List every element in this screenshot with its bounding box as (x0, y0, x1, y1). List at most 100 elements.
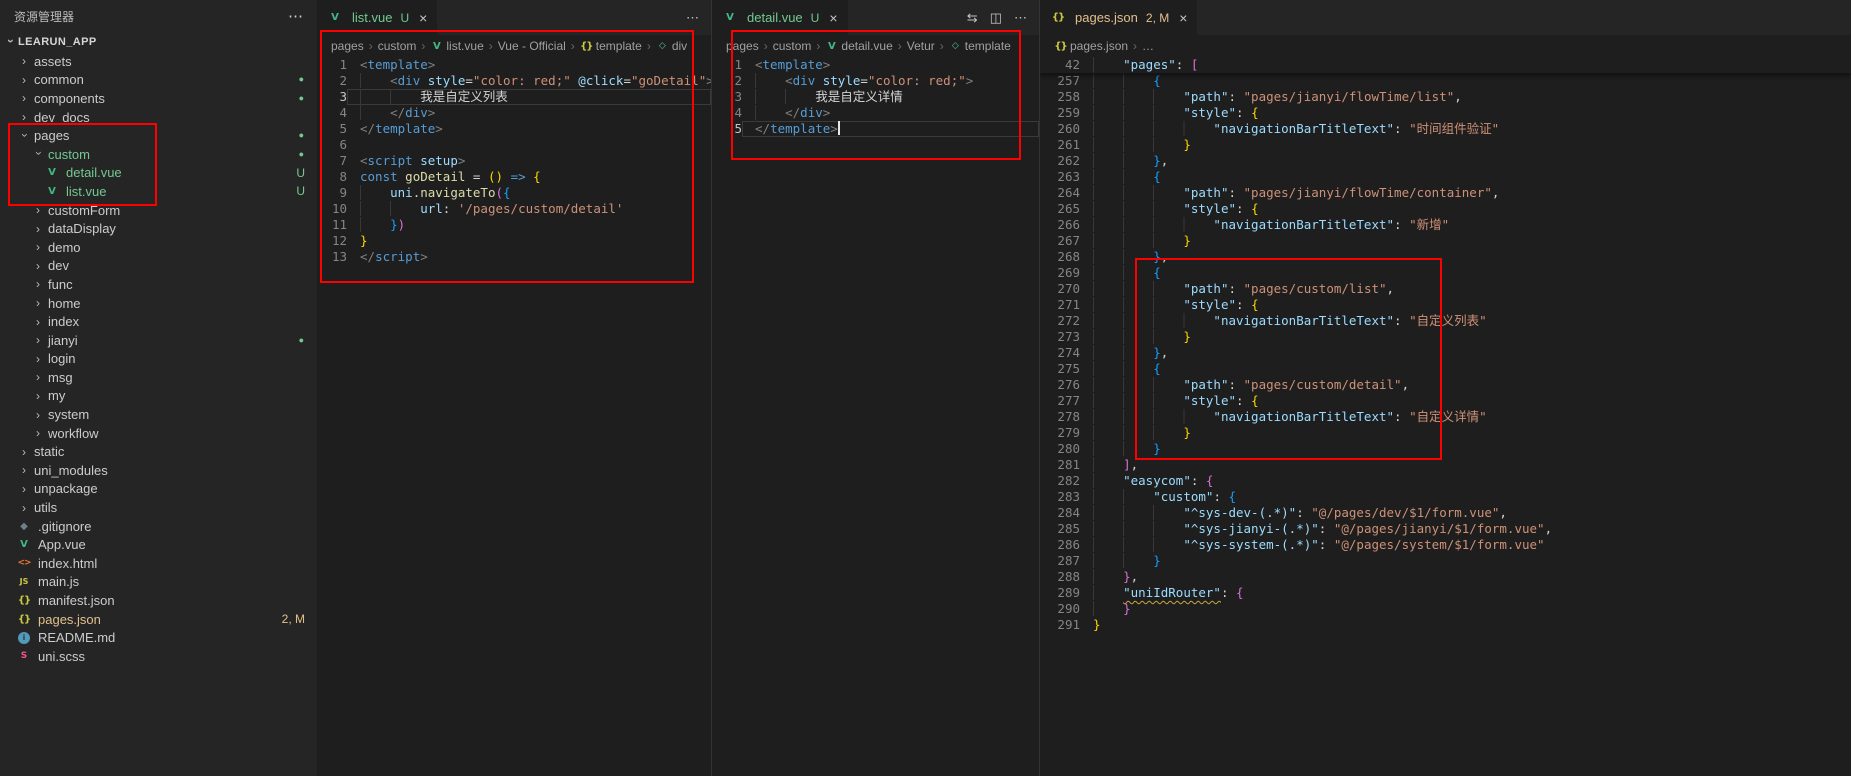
code-line[interactable]: 288 }, (1040, 569, 1851, 585)
code-line[interactable]: 257 { (1040, 73, 1851, 89)
breadcrumb-item-pages[interactable]: pages (726, 39, 759, 53)
code-line[interactable]: 5</template> (712, 121, 1039, 137)
tree-item-dev[interactable]: ›dev (0, 257, 317, 276)
code-line[interactable]: 264 "path": "pages/jianyi/flowTime/conta… (1040, 185, 1851, 201)
code-line[interactable]: 2 <div style="color: red;"> (712, 73, 1039, 89)
tree-item-my[interactable]: ›my (0, 387, 317, 406)
tree-item-static[interactable]: ›static (0, 442, 317, 461)
close-icon[interactable]: × (1179, 10, 1187, 26)
code-line[interactable]: 277 "style": { (1040, 393, 1851, 409)
breadcrumb-item-div[interactable]: ◇div (656, 39, 687, 53)
tree-item-workflow[interactable]: ›workflow (0, 424, 317, 443)
tree-item-index[interactable]: ›index (0, 312, 317, 331)
tree-item-unpackage[interactable]: ›unpackage (0, 480, 317, 499)
code-line[interactable]: 278 "navigationBarTitleText": "自定义详情" (1040, 409, 1851, 425)
code-line[interactable]: 273 } (1040, 329, 1851, 345)
sticky-scroll-line[interactable]: 42 "pages": [ (1040, 57, 1851, 73)
tree-item-login[interactable]: ›login (0, 350, 317, 369)
code-line[interactable]: 286 "^sys-system-(.*)": "@/pages/system/… (1040, 537, 1851, 553)
code-line[interactable]: 291} (1040, 617, 1851, 633)
breadcrumb-item-template[interactable]: {}template (580, 39, 642, 53)
tree-item-main.js[interactable]: JSmain.js (0, 573, 317, 592)
code-line[interactable]: 269 { (1040, 265, 1851, 281)
tree-item-list.vue[interactable]: Vlist.vueU (0, 182, 317, 201)
code-line[interactable]: 284 "^sys-dev-(.*)": "@/pages/dev/$1/for… (1040, 505, 1851, 521)
close-icon[interactable]: × (419, 10, 427, 26)
tree-item-pages[interactable]: ›pages● (0, 126, 317, 145)
code-line[interactable]: 274 }, (1040, 345, 1851, 361)
breadcrumb-item-…[interactable]: … (1142, 39, 1154, 53)
code-line[interactable]: 1<template> (317, 57, 711, 73)
tree-item-uni.scss[interactable]: Suni.scss (0, 647, 317, 666)
breadcrumb-item-template[interactable]: ◇template (949, 39, 1011, 53)
code-line[interactable]: 4 </div> (712, 105, 1039, 121)
code-line[interactable]: 8const goDetail = () => { (317, 169, 711, 185)
code-line[interactable]: 281 ], (1040, 457, 1851, 473)
tree-item-dataDisplay[interactable]: ›dataDisplay (0, 219, 317, 238)
breadcrumb-item-list.vue[interactable]: Vlist.vue (430, 39, 483, 53)
tree-item-home[interactable]: ›home (0, 294, 317, 313)
tree-item-common[interactable]: ›common● (0, 71, 317, 90)
tree-item-App.vue[interactable]: VApp.vue (0, 535, 317, 554)
code-editor[interactable]: 42 "pages": [257 {258 "path": "pages/jia… (1040, 57, 1851, 776)
code-line[interactable]: 13</script> (317, 249, 711, 265)
code-line[interactable]: 12} (317, 233, 711, 249)
breadcrumb-item-custom[interactable]: custom (773, 39, 812, 53)
tree-item-utils[interactable]: ›utils (0, 498, 317, 517)
breadcrumb-item-detail.vue[interactable]: Vdetail.vue (825, 39, 892, 53)
code-line[interactable]: 4 </div> (317, 105, 711, 121)
code-line[interactable]: 285 "^sys-jianyi-(.*)": "@/pages/jianyi/… (1040, 521, 1851, 537)
editor-tab[interactable]: Vlist.vueU× (317, 0, 437, 35)
code-line[interactable]: 279 } (1040, 425, 1851, 441)
code-line[interactable]: 262 }, (1040, 153, 1851, 169)
code-line[interactable]: 5</template> (317, 121, 711, 137)
tree-item-uni_modules[interactable]: ›uni_modules (0, 461, 317, 480)
code-line[interactable]: 6 (317, 137, 711, 153)
tree-item-dev_docs[interactable]: ›dev_docs (0, 108, 317, 127)
code-line[interactable]: 9 uni.navigateTo({ (317, 185, 711, 201)
tree-item-index.html[interactable]: <>index.html (0, 554, 317, 573)
code-line[interactable]: 263 { (1040, 169, 1851, 185)
code-editor[interactable]: 1<template>2 <div style="color: red;">3 … (712, 57, 1039, 776)
code-line[interactable]: 11 }) (317, 217, 711, 233)
editor-tab[interactable]: Vdetail.vueU× (712, 0, 848, 35)
code-line[interactable]: 268 }, (1040, 249, 1851, 265)
code-line[interactable]: 283 "custom": { (1040, 489, 1851, 505)
tree-item-components[interactable]: ›components● (0, 89, 317, 108)
code-line[interactable]: 7<script setup> (317, 153, 711, 169)
code-line[interactable]: 280 } (1040, 441, 1851, 457)
code-line[interactable]: 1<template> (712, 57, 1039, 73)
tree-item-pages.json[interactable]: {}pages.json2, M (0, 610, 317, 629)
code-line[interactable]: 290 } (1040, 601, 1851, 617)
tree-item-msg[interactable]: ›msg (0, 368, 317, 387)
open-changes-icon[interactable]: ⇆ (967, 10, 978, 26)
tree-item-detail.vue[interactable]: Vdetail.vueU (0, 164, 317, 183)
split-editor-icon[interactable]: ◫ (990, 10, 1002, 26)
workspace-header[interactable]: › LEARUN_APP (0, 32, 317, 52)
tree-item-system[interactable]: ›system (0, 405, 317, 424)
code-line[interactable]: 261 } (1040, 137, 1851, 153)
code-line[interactable]: 260 "navigationBarTitleText": "时间组件验证" (1040, 121, 1851, 137)
code-line[interactable]: 282 "easycom": { (1040, 473, 1851, 489)
code-line[interactable]: 2 <div style="color: red;" @click="goDet… (317, 73, 711, 89)
more-actions-icon[interactable]: ⋯ (288, 7, 303, 25)
more-actions-icon[interactable]: ⋯ (686, 10, 699, 26)
breadcrumb-item-custom[interactable]: custom (378, 39, 417, 53)
code-line[interactable]: 265 "style": { (1040, 201, 1851, 217)
tree-item-custom[interactable]: ›custom● (0, 145, 317, 164)
more-actions-icon[interactable]: ⋯ (1014, 10, 1027, 26)
tree-item-jianyi[interactable]: ›jianyi● (0, 331, 317, 350)
code-line[interactable]: 271 "style": { (1040, 297, 1851, 313)
code-line[interactable]: 272 "navigationBarTitleText": "自定义列表" (1040, 313, 1851, 329)
tree-item-demo[interactable]: ›demo (0, 238, 317, 257)
code-line[interactable]: 276 "path": "pages/custom/detail", (1040, 377, 1851, 393)
code-line[interactable]: 3 我是自定义详情 (712, 89, 1039, 105)
code-line[interactable]: 10 url: '/pages/custom/detail' (317, 201, 711, 217)
code-line[interactable]: 258 "path": "pages/jianyi/flowTime/list"… (1040, 89, 1851, 105)
code-line[interactable]: 3 我是自定义列表 (317, 89, 711, 105)
code-line[interactable]: 275 { (1040, 361, 1851, 377)
editor-tab[interactable]: {}pages.json2, M× (1040, 0, 1197, 35)
breadcrumb-item-Vue - Official[interactable]: Vue - Official (498, 39, 566, 53)
code-line[interactable]: 289 "uniIdRouter": { (1040, 585, 1851, 601)
code-line[interactable]: 259 "style": { (1040, 105, 1851, 121)
